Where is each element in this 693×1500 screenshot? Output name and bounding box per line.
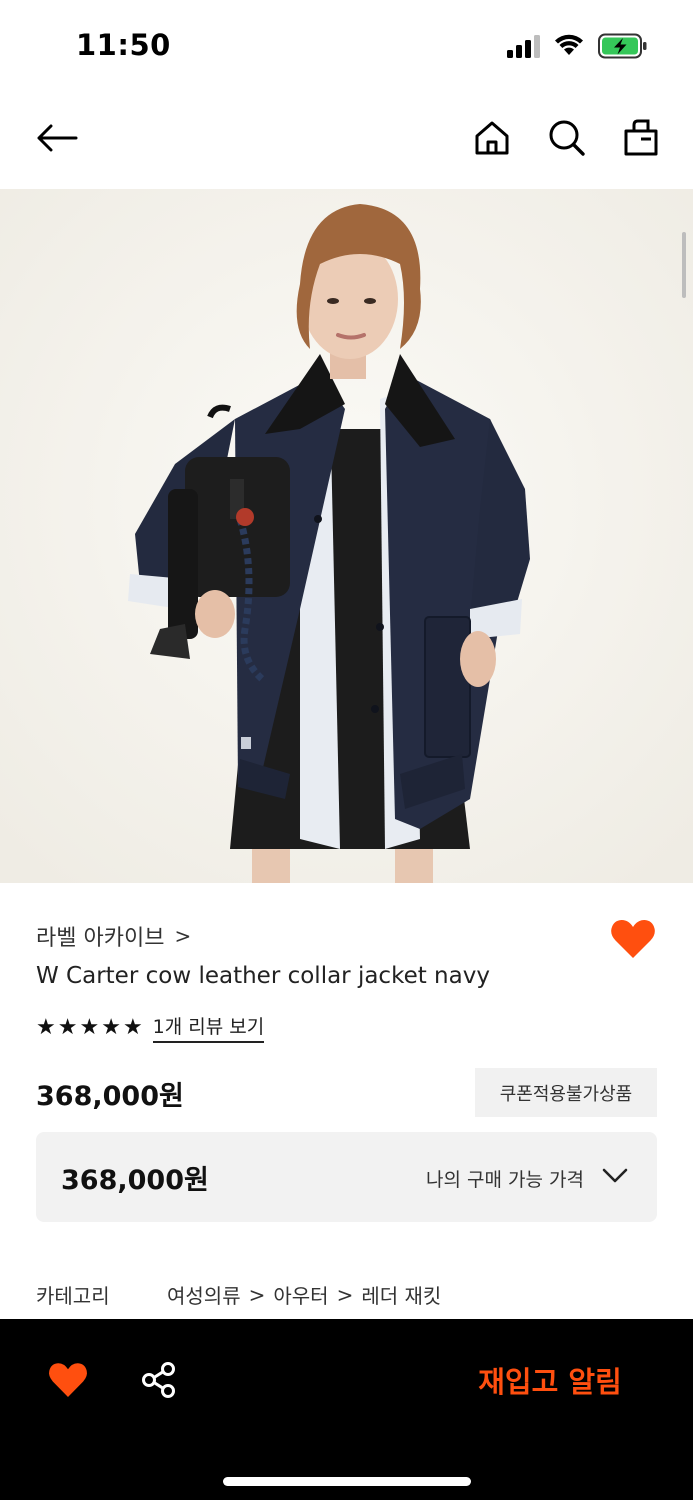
brand-link[interactable]: 라벨 아카이브 >	[36, 920, 191, 952]
chevron-right-icon: >	[248, 1282, 266, 1307]
search-button[interactable]	[543, 114, 591, 162]
star-icon: ★	[101, 1014, 121, 1040]
battery-charging-icon	[598, 33, 647, 59]
status-time: 11:50	[76, 28, 171, 62]
status-bar: 11:50	[0, 0, 693, 92]
top-nav-bar	[0, 92, 693, 188]
rating-row: ★ ★ ★ ★ ★ 1개 리뷰 보기	[36, 1012, 265, 1043]
restock-alert-button[interactable]: 재입고 알림	[440, 1355, 660, 1405]
bottom-action-bar: 재입고 알림	[0, 1319, 693, 1500]
product-title: W Carter cow leather collar jacket navy	[36, 963, 490, 989]
back-arrow-icon	[37, 124, 78, 152]
star-icon: ★	[122, 1014, 143, 1040]
star-icon: ★	[79, 1014, 100, 1040]
home-indicator	[223, 1477, 471, 1486]
category-breadcrumb: 카테고리 여성의류 > 아우터 > 레더 재킷	[36, 1280, 441, 1309]
product-price: 368,000원	[36, 1081, 184, 1112]
product-photo	[0, 189, 693, 883]
signal-icon	[507, 35, 540, 58]
search-icon	[549, 120, 585, 156]
star-icon: ★	[57, 1014, 78, 1040]
category-crumb-outerwear[interactable]: 아우터	[273, 1280, 328, 1309]
chevron-right-icon: >	[336, 1282, 354, 1307]
review-link[interactable]: 1개 리뷰 보기	[152, 1012, 265, 1043]
back-button[interactable]	[32, 114, 80, 162]
category-label: 카테고리	[36, 1284, 110, 1308]
brand-chevron: >	[174, 924, 192, 948]
star-icon: ★	[36, 1014, 56, 1040]
coupon-badge: 쿠폰적용불가상품	[475, 1068, 657, 1117]
scroll-indicator	[682, 232, 686, 298]
star-rating: ★ ★ ★ ★ ★	[36, 1014, 143, 1040]
heart-icon[interactable]	[48, 1361, 88, 1399]
share-icon[interactable]	[140, 1361, 178, 1399]
product-image[interactable]	[0, 189, 693, 883]
home-icon	[475, 121, 509, 155]
category-crumb-leather-jacket[interactable]: 레더 재킷	[361, 1280, 441, 1309]
heart-icon[interactable]	[610, 918, 656, 960]
my-price-dropdown[interactable]: 368,000원 나의 구매 가능 가격	[36, 1132, 657, 1222]
my-price-label: 나의 구매 가능 가격	[426, 1169, 584, 1191]
shopping-bag-icon	[624, 119, 658, 156]
shopping-bag-button[interactable]	[617, 114, 665, 162]
brand-name: 라벨 아카이브	[36, 926, 165, 951]
my-price-value: 368,000원	[61, 1165, 209, 1196]
chevron-down-icon	[602, 1168, 628, 1183]
category-crumb-womens-clothing[interactable]: 여성의류	[167, 1280, 241, 1309]
home-button[interactable]	[468, 114, 516, 162]
wifi-icon	[555, 34, 583, 55]
